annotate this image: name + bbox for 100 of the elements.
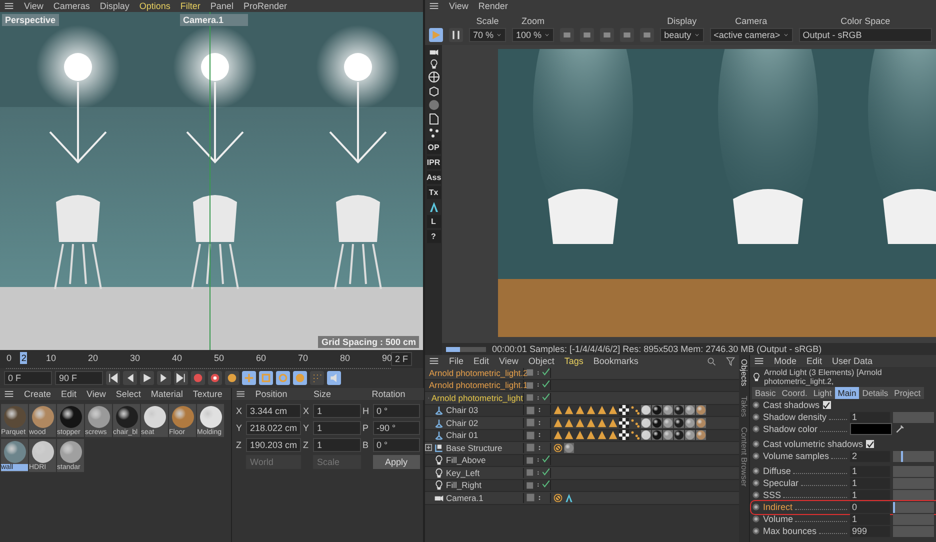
object-name[interactable]: Fill_Right	[446, 480, 482, 490]
object-name[interactable]: Camera.1	[446, 492, 484, 503]
menu-item[interactable]: Select	[116, 389, 141, 399]
coordinate-field[interactable]: 3.344 cm	[246, 404, 302, 418]
coordinate-field[interactable]: 0 °	[372, 438, 420, 452]
menu-item[interactable]: File	[449, 356, 464, 366]
display-dropdown[interactable]: beauty	[660, 28, 704, 42]
color-swatch[interactable]	[850, 423, 892, 435]
object-name[interactable]: Fill_Above	[446, 455, 486, 466]
menu-item[interactable]: Edit	[806, 356, 822, 366]
slider-track[interactable]	[893, 412, 934, 422]
slider-handle[interactable]	[893, 502, 895, 512]
value-field[interactable]: 1	[850, 478, 890, 488]
toolbar-button[interactable]: OP	[426, 141, 440, 154]
scale-field[interactable]: 70 %	[469, 28, 506, 42]
object-name[interactable]: Chair 02	[446, 418, 478, 428]
slider-track[interactable]	[893, 466, 934, 476]
menu-item[interactable]: ProRender	[243, 1, 287, 11]
apply-button[interactable]: Apply	[372, 455, 420, 469]
menu-item[interactable]: View	[499, 356, 518, 366]
coordinate-field[interactable]: 1	[313, 421, 361, 435]
menu-item[interactable]: Filter	[180, 1, 200, 11]
autokey-button[interactable]	[208, 371, 222, 385]
menu-item[interactable]: View	[449, 1, 468, 11]
color-space-dropdown[interactable]: Output - sRGB	[798, 28, 932, 42]
speaker-button[interactable]	[327, 371, 341, 385]
slider-track[interactable]	[893, 514, 934, 524]
zoom-field[interactable]: 100 %	[512, 28, 554, 42]
attribute-tab[interactable]: Details	[859, 387, 892, 399]
start-frame-field[interactable]: 0 F	[4, 371, 52, 385]
monitor-button[interactable]	[560, 28, 574, 42]
slider-track[interactable]	[893, 490, 934, 500]
grid-points-button[interactable]	[310, 371, 324, 385]
coordinate-field[interactable]: 218.022 cm	[246, 421, 302, 435]
menu-item[interactable]: Display	[100, 1, 130, 11]
side-tab[interactable]: Objects	[740, 359, 748, 386]
object-name[interactable]: Chair 03	[446, 405, 478, 416]
toolbar-button[interactable]: Ass	[426, 171, 440, 184]
coordinate-field[interactable]: 1	[313, 438, 361, 452]
side-tab[interactable]: Content Browser	[740, 427, 748, 487]
coordinate-field[interactable]: 1	[313, 404, 361, 418]
menu-item[interactable]: View	[24, 1, 44, 11]
coordinate-field[interactable]: 0 °	[372, 404, 420, 418]
object-name[interactable]: Chair 01	[446, 430, 478, 440]
object-name[interactable]: Base Structure	[446, 442, 502, 453]
camera-label[interactable]: Camera.1	[180, 14, 248, 26]
menu-item[interactable]: Edit	[474, 356, 490, 366]
play-button[interactable]	[140, 371, 154, 385]
brush-button[interactable]	[640, 28, 654, 42]
end-frame-field[interactable]: 90 F	[55, 371, 103, 385]
value-field[interactable]: 2	[850, 450, 890, 462]
pause-button[interactable]	[449, 28, 463, 42]
coordinate-field[interactable]: -90 °	[372, 421, 420, 435]
previous-key-button[interactable]	[123, 371, 137, 385]
checkbox[interactable]	[866, 440, 874, 448]
value-field[interactable]: 1	[850, 490, 890, 500]
toolbar-button[interactable]: Tx	[426, 186, 440, 199]
globe-button[interactable]	[580, 28, 594, 42]
coordinate-field[interactable]: 190.203 cm	[246, 438, 302, 452]
playhead-handle[interactable]: 2	[20, 352, 28, 364]
menu-item[interactable]: User Data	[832, 356, 873, 366]
object-name[interactable]: Arnold photometric_light.1	[429, 380, 528, 390]
camera-dropdown[interactable]: <active camera>	[710, 28, 793, 42]
value-field[interactable]: 1	[850, 412, 890, 422]
menu-item[interactable]: Edit	[61, 389, 77, 399]
menu-item[interactable]: Panel	[210, 1, 234, 11]
menu-item[interactable]: Create	[24, 389, 52, 399]
menu-item[interactable]: View	[86, 389, 106, 399]
keyframe-button[interactable]	[225, 371, 239, 385]
attribute-tab[interactable]: Basic	[752, 387, 779, 399]
menu-item[interactable]: Mode	[774, 356, 797, 366]
slider-track[interactable]	[893, 478, 934, 488]
value-field[interactable]: 1	[850, 514, 890, 524]
attribute-tab[interactable]: Project	[891, 387, 924, 399]
menu-item[interactable]: Render	[478, 1, 508, 11]
slider-handle[interactable]	[901, 450, 904, 462]
menu-item[interactable]: Texture	[192, 389, 222, 399]
menu-item[interactable]: Options	[139, 1, 170, 11]
value-field[interactable]: 1	[850, 466, 890, 476]
frame-button[interactable]	[620, 28, 634, 42]
first-frame-button[interactable]	[106, 371, 120, 385]
menu-item[interactable]: Cameras	[53, 1, 90, 11]
menu-item[interactable]: Bookmarks	[593, 356, 638, 366]
toolbar-button[interactable]: L	[426, 215, 440, 228]
checkbox[interactable]	[822, 401, 831, 409]
hierarchy-button[interactable]	[600, 28, 614, 42]
menu-item[interactable]: Tags	[564, 356, 584, 366]
current-frame-field[interactable]: 2 F	[391, 352, 412, 366]
attribute-tab[interactable]: Main	[834, 387, 860, 399]
value-field[interactable]: 999	[850, 526, 890, 536]
last-frame-button[interactable]	[174, 371, 188, 385]
toolbar-button[interactable]: IPR	[426, 156, 440, 169]
attribute-tab[interactable]: Coord.	[778, 387, 810, 399]
object-name[interactable]: Key_Left	[446, 468, 480, 478]
toolbar-button[interactable]: ?	[426, 230, 440, 243]
expand-toggle-icon[interactable]	[425, 444, 432, 452]
menu-item[interactable]: Object	[528, 356, 554, 366]
menu-item[interactable]: Material	[150, 389, 183, 399]
next-key-button[interactable]	[157, 371, 171, 385]
slider-track[interactable]	[893, 526, 934, 536]
